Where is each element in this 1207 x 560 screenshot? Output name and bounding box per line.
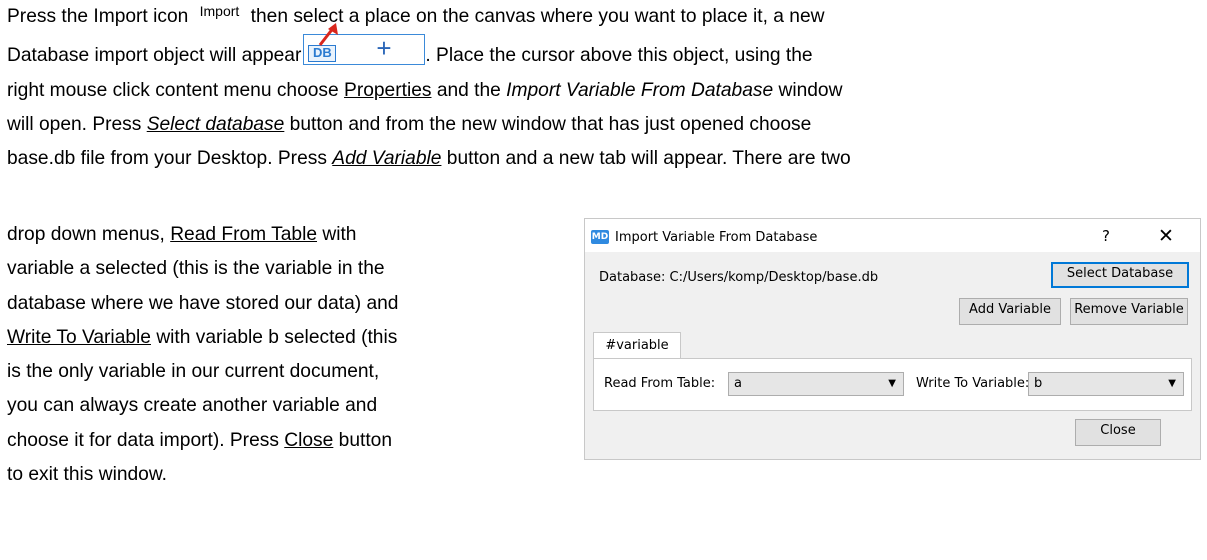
text: window [773,79,843,101]
text: base.db file from your Desktop. Press [7,148,333,170]
window-name-term: Import Variable From Database [506,79,774,101]
tab-panel: Read From Table: a ▼ Write To Variable: … [593,358,1192,411]
text: button [333,429,393,451]
read-from-table-label: Read From Table: [604,376,716,391]
properties-term: Properties [344,79,432,101]
selected-value: b [1034,376,1043,391]
remove-variable-button[interactable]: Remove Variable [1070,298,1188,325]
text: to exit this window. [7,464,167,486]
text: . Place the cursor above this object, us… [425,45,813,67]
text: is the only variable in our current docu… [7,361,380,383]
dialog-titlebar: MD Import Variable From Database ? ✕ [585,219,1200,252]
text: and the [431,79,507,101]
select-database-button[interactable]: Select Database [1051,262,1189,288]
database-path-label: Database: C:/Users/komp/Desktop/base.db [599,270,879,285]
text: Database import object will appear [7,45,302,67]
help-button[interactable]: ? [1102,227,1110,245]
close-icon[interactable]: ✕ [1158,225,1174,247]
text: Press the Import icon [7,6,194,27]
selected-value: a [734,376,742,391]
dialog-title: Import Variable From Database [615,230,818,245]
read-from-table-select[interactable]: a ▼ [728,372,904,396]
text: button and from the new window that has … [284,113,812,135]
read-from-table-term: Read From Table [170,224,318,245]
instruction-left-column: drop down menus, Read From Table with va… [7,218,417,492]
add-variable-term: Add Variable [332,148,442,170]
import-variable-dialog: MD Import Variable From Database ? ✕ Dat… [584,218,1201,460]
write-to-variable-term: Write To Variable [7,326,151,348]
chevron-down-icon: ▼ [1168,378,1176,389]
close-button[interactable]: Close [1075,419,1161,446]
select-database-term: Select database [146,113,285,135]
app-icon: MD [591,230,609,244]
text: variable a selected (this is the variabl… [7,258,385,280]
text: button and a new tab will appear. There … [441,148,851,170]
write-to-variable-select[interactable]: b ▼ [1028,372,1184,396]
text: will open. Press [7,113,147,135]
text: drop down menus, [7,224,171,245]
plus-icon: + [376,33,392,64]
instruction-paragraph: Press the Import icon Import then select… [7,0,1202,176]
chevron-down-icon: ▼ [888,378,896,389]
close-term: Close [284,429,334,451]
tab-variable[interactable]: #variable [593,332,681,359]
add-variable-button[interactable]: Add Variable [959,298,1061,325]
import-icon: Import [199,3,240,19]
database-import-object-icon: DB + [303,23,426,66]
write-to-variable-label: Write To Variable: [916,376,1030,391]
text: choose it for data import). Press [7,429,285,451]
text: with variable b selected (this [150,326,398,348]
text: with [317,224,357,245]
import-arrow-icon [319,23,339,47]
text: right mouse click content menu choose [7,79,345,101]
text: you can always create another variable a… [7,395,378,417]
text: database where we have stored our data) … [7,292,399,314]
